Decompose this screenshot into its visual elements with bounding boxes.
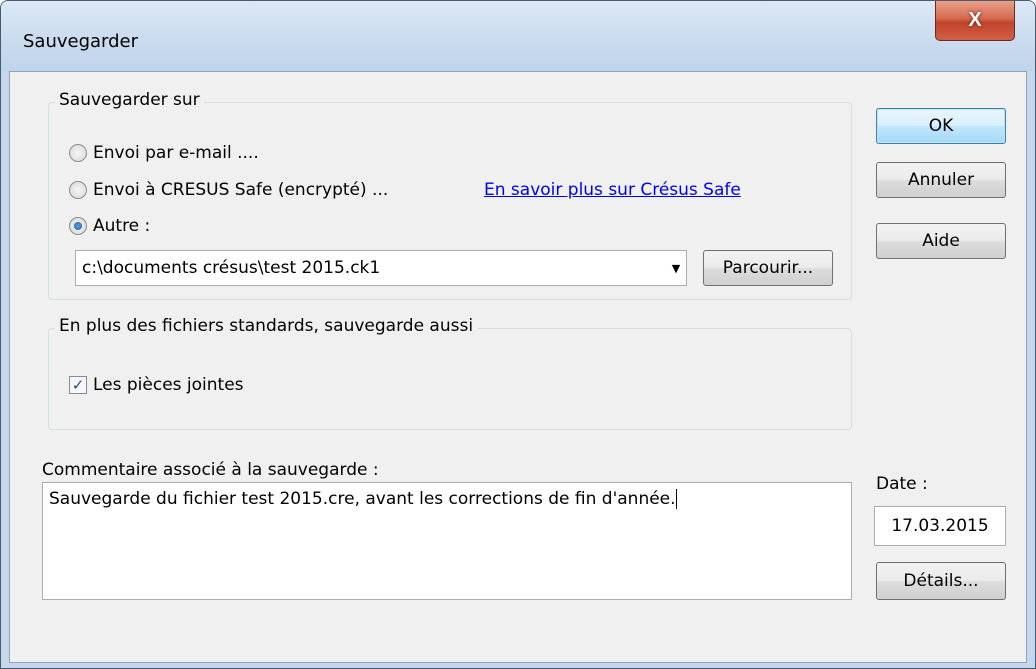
radio-other[interactable]: Autre : <box>69 216 150 236</box>
text-caret <box>675 489 677 509</box>
help-button[interactable]: Aide <box>876 223 1006 259</box>
close-button[interactable]: X <box>935 1 1015 41</box>
attachments-checkbox-row[interactable]: ✓ Les pièces jointes <box>69 375 244 395</box>
radio-email-label: Envoi par e-mail .... <box>93 143 259 163</box>
details-button[interactable]: Détails... <box>876 562 1006 600</box>
radio-email[interactable]: Envoi par e-mail .... <box>69 143 259 163</box>
ok-button[interactable]: OK <box>876 108 1006 144</box>
date-value: 17.03.2015 <box>891 516 989 536</box>
save-to-group: Sauvegarder sur Envoi par e-mail .... En… <box>48 90 852 300</box>
attachments-checkbox[interactable]: ✓ <box>69 376 87 394</box>
radio-cresus-safe-button[interactable] <box>69 181 87 199</box>
window-title: Sauvegarder <box>23 31 139 52</box>
dialog-body: Sauvegarder sur Envoi par e-mail .... En… <box>9 71 1027 663</box>
help-button-label: Aide <box>922 231 960 251</box>
browse-button-label: Parcourir... <box>722 258 814 278</box>
details-button-label: Détails... <box>903 571 979 591</box>
save-dialog: Sauvegarder X Sauvegarder sur Envoi par … <box>0 0 1036 669</box>
date-field[interactable]: 17.03.2015 <box>874 506 1006 546</box>
attachments-label: Les pièces jointes <box>93 375 244 395</box>
radio-email-button[interactable] <box>69 144 87 162</box>
extras-legend: En plus des fichiers standards, sauvegar… <box>55 316 478 336</box>
comment-text: Sauvegarde du fichier test 2015.cre, ava… <box>49 489 676 509</box>
extras-group: En plus des fichiers standards, sauvegar… <box>48 316 852 430</box>
save-to-legend: Sauvegarder sur <box>55 90 204 110</box>
cancel-button[interactable]: Annuler <box>876 162 1006 198</box>
date-label: Date : <box>876 474 928 494</box>
radio-other-label: Autre : <box>93 216 151 236</box>
browse-button[interactable]: Parcourir... <box>703 250 833 286</box>
chevron-down-icon[interactable]: ▼ <box>666 262 686 275</box>
cresus-safe-info-link[interactable]: En savoir plus sur Crésus Safe <box>484 180 741 200</box>
title-bar: Sauvegarder X <box>1 1 1035 71</box>
path-combobox[interactable]: c:\documents crésus\test 2015.ck1 ▼ <box>75 250 687 286</box>
comment-label: Commentaire associé à la sauvegarde : <box>42 460 379 480</box>
radio-other-button[interactable] <box>69 217 87 235</box>
cancel-button-label: Annuler <box>907 170 975 190</box>
radio-cresus-safe[interactable]: Envoi à CRESUS Safe (encrypté) ... <box>69 180 388 200</box>
close-icon: X <box>968 9 982 31</box>
comment-textarea[interactable]: Sauvegarde du fichier test 2015.cre, ava… <box>42 482 852 600</box>
radio-cresus-safe-label: Envoi à CRESUS Safe (encrypté) ... <box>93 180 389 200</box>
path-value: c:\documents crésus\test 2015.ck1 <box>82 258 381 278</box>
ok-button-label: OK <box>928 116 954 136</box>
